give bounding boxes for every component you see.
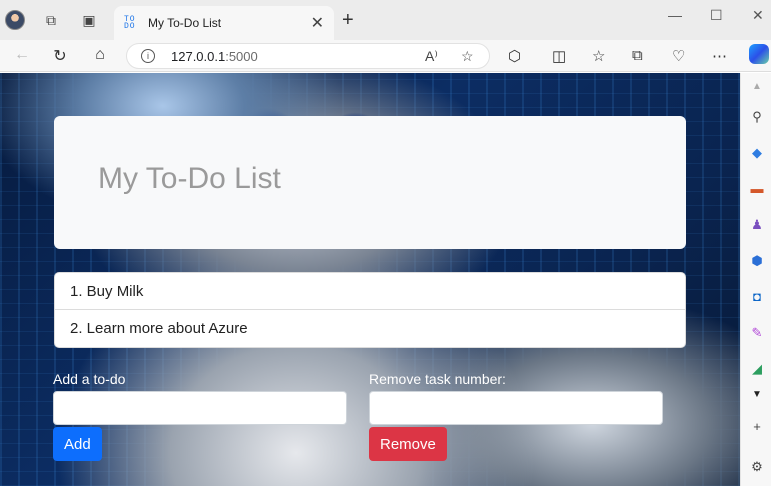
games-icon[interactable]: ♟ <box>749 217 765 233</box>
shopping-tag-icon[interactable]: ◆ <box>749 145 765 161</box>
read-aloud-icon[interactable]: A⁾ <box>425 48 438 65</box>
maximize-icon[interactable]: ☐ <box>710 7 723 24</box>
tab-strip: ⧉ ▣ TO DO My To-Do List ✕ + — ☐ ✕ <box>0 0 771 40</box>
browser-tab[interactable]: TO DO My To-Do List ✕ <box>114 6 334 40</box>
profile-avatar[interactable] <box>5 10 25 30</box>
outlook-icon[interactable]: ◘ <box>749 289 765 305</box>
remove-task-input[interactable] <box>369 391 663 425</box>
address-bar[interactable]: i 127.0.0.1:5000 A⁾ ☆ <box>126 43 490 69</box>
workspaces-icon[interactable]: ⧉ <box>42 11 60 29</box>
sidebar-more-icon[interactable]: ▼ <box>749 387 765 403</box>
add-todo-input[interactable] <box>53 391 347 425</box>
browser-essentials-icon[interactable]: ♡ <box>672 47 685 65</box>
sidebar-scroll-up-icon[interactable]: ▲ <box>749 79 765 95</box>
url-text[interactable]: 127.0.0.1:5000 <box>171 49 258 64</box>
designer-icon[interactable]: ✎ <box>749 325 765 341</box>
back-icon[interactable]: ← <box>12 46 32 64</box>
url-port: :5000 <box>225 49 258 64</box>
url-host: 127.0.0.1 <box>171 49 226 64</box>
tab-title: My To-Do List <box>148 16 222 30</box>
refresh-icon[interactable]: ↻ <box>50 46 70 66</box>
favorites-icon[interactable]: ☆ <box>592 47 605 65</box>
page-viewport: My To-Do List 1. Buy Milk 2. Learn more … <box>0 73 740 486</box>
microsoft-365-icon[interactable]: ⬢ <box>749 253 765 269</box>
address-toolbar: ← ↻ ⌂ i 127.0.0.1:5000 A⁾ ☆ ⬡ ◫ ☆ ⧉ ♡ ⋯ <box>0 40 771 72</box>
remove-task-form: Remove task number: Remove <box>369 371 663 461</box>
edge-sidebar: ▲ ⚲ ◆ ▬ ♟ ⬢ ◘ ✎ ◢ ▼ + ⚙ <box>740 73 771 486</box>
new-tab-icon[interactable]: + <box>342 9 354 32</box>
todo-item: 1. Buy Milk <box>55 273 685 310</box>
add-button[interactable]: Add <box>53 427 102 461</box>
drop-icon[interactable]: ◢ <box>749 361 765 377</box>
remove-button[interactable]: Remove <box>369 427 447 461</box>
split-screen-icon[interactable]: ◫ <box>552 47 566 65</box>
close-window-icon[interactable]: ✕ <box>752 7 764 24</box>
more-options-icon[interactable]: ⋯ <box>712 47 727 65</box>
collections-icon[interactable]: ⧉ <box>632 47 643 64</box>
todo-list: 1. Buy Milk 2. Learn more about Azure <box>54 272 686 348</box>
header-jumbotron: My To-Do List <box>54 116 686 249</box>
site-info-icon[interactable]: i <box>141 49 155 63</box>
remove-task-label: Remove task number: <box>369 371 506 387</box>
tab-actions-icon[interactable]: ▣ <box>80 11 98 29</box>
add-todo-form: Add a to-do Add <box>53 371 347 461</box>
favorite-star-icon[interactable]: ☆ <box>461 48 474 65</box>
search-icon[interactable]: ⚲ <box>749 109 765 125</box>
sidebar-settings-icon[interactable]: ⚙ <box>749 459 765 475</box>
tab-favicon: TO DO <box>124 15 136 31</box>
tab-close-icon[interactable]: ✕ <box>311 13 324 33</box>
add-sidebar-app-icon[interactable]: + <box>749 419 765 435</box>
home-icon[interactable]: ⌂ <box>90 46 110 64</box>
add-todo-label: Add a to-do <box>53 371 126 387</box>
tools-icon[interactable]: ▬ <box>749 181 765 197</box>
minimize-icon[interactable]: — <box>668 7 682 23</box>
page-title: My To-Do List <box>98 162 281 195</box>
copilot-icon[interactable] <box>749 44 769 64</box>
extensions-icon[interactable]: ⬡ <box>508 47 521 65</box>
todo-item: 2. Learn more about Azure <box>70 320 248 337</box>
